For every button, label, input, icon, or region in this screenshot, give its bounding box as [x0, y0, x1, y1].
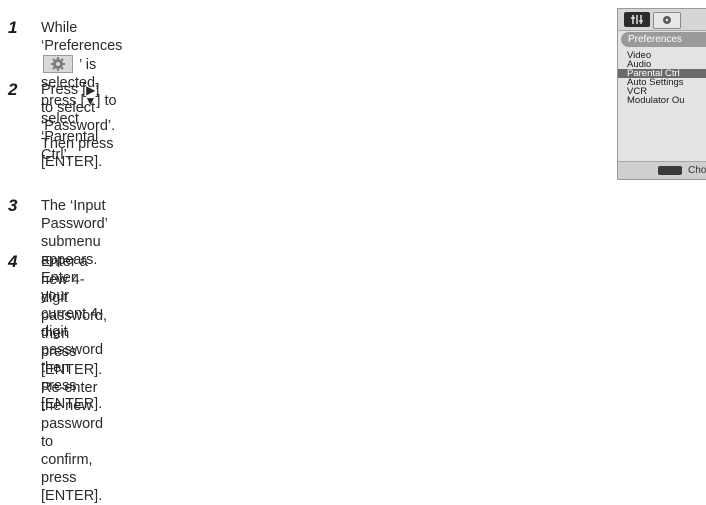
step-text-part: While ‘Preferences	[41, 20, 123, 54]
disc-icon	[653, 12, 681, 29]
footer-label: Choo	[688, 165, 706, 176]
step-number: 1	[8, 18, 18, 37]
step-line: Press [▶] to select ‘Password’. Then pre…	[41, 81, 115, 171]
step-line: confirm, press [ENTER].	[41, 452, 103, 504]
step-line: Enter a new 4-digit password, then press…	[41, 254, 108, 450]
menu-footer: Choo	[618, 161, 706, 179]
step-number: 2	[8, 80, 18, 99]
menu-item: Modulator Ou	[627, 95, 685, 106]
menu-screen-illustration: Preferences Video Audio Parental Ctrl Au…	[617, 8, 706, 180]
menu-title: Preferences	[621, 32, 706, 47]
gear-icon	[43, 55, 73, 73]
step-number: 3	[8, 196, 18, 215]
menu-tab-bar	[618, 9, 706, 31]
navigation-keys-icon	[658, 166, 682, 175]
setup-icon	[624, 12, 650, 27]
step-text: Enter a new 4-digit password, then press…	[41, 253, 107, 505]
menu-list: Video Audio Parental Ctrl Auto Settings …	[618, 51, 706, 105]
step-text: Press [▶] to select ‘Password’. Then pre…	[41, 81, 115, 171]
step-number: 4	[8, 252, 18, 271]
step-text-part: Press [	[41, 82, 87, 98]
right-arrow-icon: ▶	[86, 83, 96, 97]
